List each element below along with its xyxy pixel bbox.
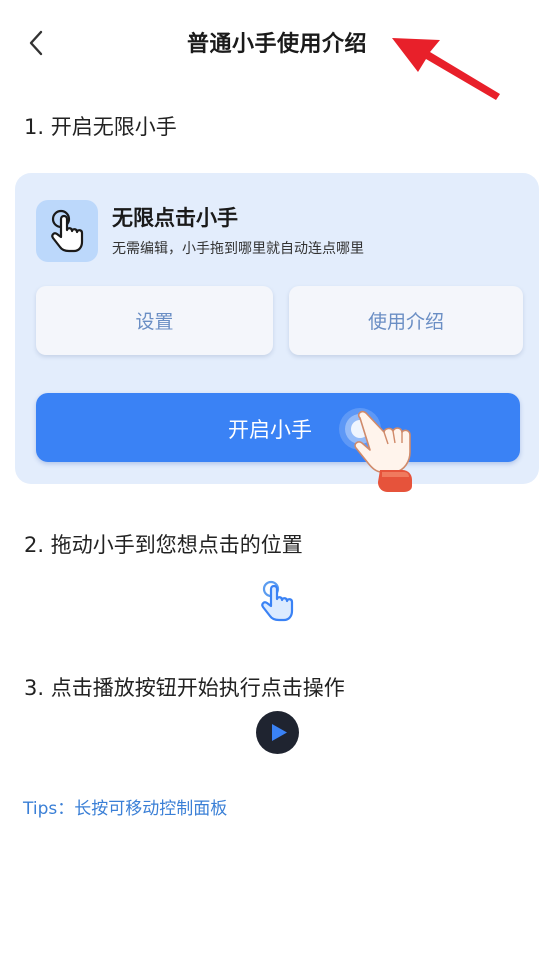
settings-button[interactable]: 设置 [36, 286, 273, 355]
card-subtitle: 无需编辑，小手拖到哪里就自动连点哪里 [112, 241, 364, 257]
card-title: 无限点击小手 [112, 206, 238, 230]
start-hand-label: 开启小手 [228, 418, 312, 442]
step-3-title: 3. 点击播放按钮开始执行点击操作 [24, 676, 345, 700]
card-icon [36, 200, 98, 262]
play-icon [272, 724, 287, 741]
header-bar: 普通小手使用介绍 [0, 0, 554, 100]
drag-hand-icon [261, 580, 294, 622]
step-2-title: 2. 拖动小手到您想点击的位置 [24, 533, 303, 557]
usage-intro-button[interactable]: 使用介绍 [289, 286, 523, 355]
infinite-hand-card: 无限点击小手 无需编辑，小手拖到哪里就自动连点哪里 设置 使用介绍 开启小手 [15, 173, 539, 484]
start-hand-button[interactable]: 开启小手 [36, 393, 520, 462]
tips-text: Tips：长按可移动控制面板 [23, 799, 228, 819]
annotation-arrow-icon [392, 38, 500, 100]
play-button[interactable] [256, 711, 299, 754]
step-1-title: 1. 开启无限小手 [24, 115, 177, 139]
tap-hand-icon [51, 209, 84, 253]
pointing-hand-illustration-icon [354, 410, 412, 492]
